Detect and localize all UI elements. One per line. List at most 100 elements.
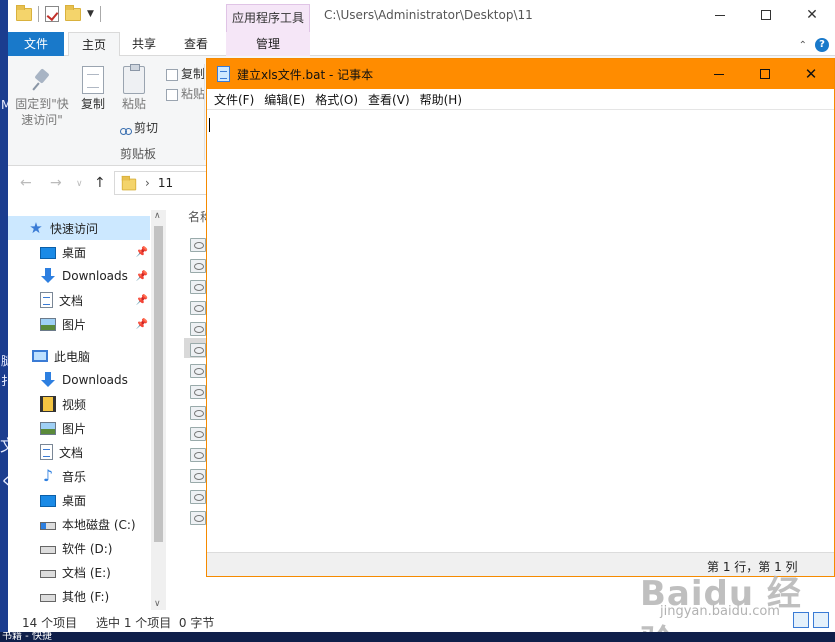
nav-item-drive-e[interactable]: 文档 (E:) [8,560,150,584]
computer-icon [32,350,48,362]
nav-item-pc-pictures[interactable]: 图片 [8,416,150,440]
navigation-pane: ★ 快速访问 桌面 📌 Downloads 📌 文档 📌 图片 📌 此电脑 Do… [8,210,166,610]
tab-share[interactable]: 共享 [120,32,168,56]
file-icon[interactable] [190,406,206,420]
tab-view[interactable]: 查看 [172,32,220,56]
menu-file[interactable]: 文件(F) [209,91,259,108]
nav-item-drive-f[interactable]: 其他 (F:) [8,584,150,608]
nav-pane-scrollbar[interactable]: ∧ ∨ [151,210,166,610]
menu-format[interactable]: 格式(O) [310,91,363,108]
explorer-window-controls: ✕ [697,0,835,30]
pin-icon[interactable]: 📌 [136,295,148,306]
file-icon[interactable] [190,301,206,315]
help-icon[interactable]: ? [815,38,829,52]
nav-item-documents[interactable]: 文档 📌 [8,288,150,312]
nav-item-label: 桌面 [62,245,87,260]
notepad-window-controls: ✕ [696,59,834,89]
file-icon[interactable] [190,490,206,504]
divider [38,6,39,22]
menu-edit[interactable]: 编辑(E) [259,91,310,108]
nav-item-desktop[interactable]: 桌面 📌 [8,240,150,264]
forward-arrow-icon[interactable]: → [50,175,62,191]
document-icon [40,292,53,308]
file-icon[interactable] [190,511,206,525]
pin-icon[interactable]: 📌 [136,271,148,282]
document-icon [40,444,53,460]
properties-icon[interactable] [45,6,59,22]
nav-item-drive-d[interactable]: 软件 (D:) [8,536,150,560]
file-icon[interactable] [190,385,206,399]
recent-locations-chevron-icon[interactable]: ∨ [76,179,83,189]
pin-icon[interactable]: 📌 [136,319,148,330]
up-arrow-icon[interactable]: ↑ [94,175,106,191]
file-icon[interactable] [190,280,206,294]
pin-to-quick-access-button[interactable]: 固定到"快 速访问" [14,68,70,128]
file-icon[interactable] [190,364,206,378]
file-icon[interactable] [190,427,206,441]
paste-shortcut-icon [166,88,178,101]
copy-button[interactable]: 复制 [76,66,110,112]
file-icon[interactable] [190,259,206,273]
desktop-icon [40,247,56,259]
tab-home[interactable]: 主页 [68,32,120,57]
breadcrumb-current[interactable]: 11 [158,176,173,190]
nav-item-label: 快速访问 [50,221,99,236]
close-button[interactable]: ✕ [789,0,835,30]
nav-item-drive-c[interactable]: 本地磁盘 (C:) [8,512,150,536]
taskbar[interactable]: 书籍 - 快捷 [0,632,835,642]
file-icon[interactable] [190,238,206,252]
nav-item-label: Downloads [62,373,128,387]
minimize-button[interactable] [696,59,742,89]
nav-item-pictures[interactable]: 图片 📌 [8,312,150,336]
nav-item-label: 文档 [59,293,84,308]
file-icon[interactable] [190,322,206,336]
music-note-icon: ♪ [42,466,54,485]
copy-icon [82,66,104,94]
nav-item-pc-desktop[interactable]: 桌面 [8,488,150,512]
maximize-button[interactable] [743,0,789,30]
minimize-button[interactable] [697,0,743,30]
nav-item-label: 图片 [62,317,87,332]
nav-item-downloads[interactable]: Downloads 📌 [8,264,150,288]
tab-manage[interactable]: 管理 [226,32,310,56]
file-icon[interactable] [190,469,206,483]
close-button[interactable]: ✕ [788,59,834,89]
nav-item-videos[interactable]: 视频 [8,392,150,416]
selection-info: 选中 1 个项目 0 字节 [96,616,215,630]
file-icon[interactable] [190,448,206,462]
file-icon[interactable] [190,343,206,357]
paste-button[interactable]: 粘贴 [116,64,152,112]
nav-item-quick-access[interactable]: ★ 快速访问 [8,216,150,240]
maximize-icon [761,10,771,20]
nav-item-label: 桌面 [62,493,87,508]
scrollbar-thumb[interactable] [154,226,163,542]
scroll-up-chevron-icon[interactable]: ∧ [154,211,161,221]
cut-button[interactable]: 剪切 [120,120,158,136]
customize-toolbar-chevron-icon[interactable]: ▼ [87,9,94,19]
copy-path-button[interactable]: 复制 [166,66,205,82]
clipboard-group-label: 剪贴板 [120,147,157,161]
paste-shortcut-button[interactable]: 粘贴 [166,86,205,102]
picture-icon [40,422,56,435]
nav-item-label: 文档 [59,445,84,460]
menu-view[interactable]: 查看(V) [363,91,415,108]
tab-file[interactable]: 文件 [8,32,64,56]
collapse-ribbon-icon[interactable]: ⌃ [799,40,807,51]
notepad-text-area[interactable] [207,109,834,553]
nav-item-this-pc[interactable]: 此电脑 [8,344,150,368]
pin-icon[interactable]: 📌 [136,247,148,258]
download-icon [40,268,56,284]
divider [99,6,101,22]
maximize-button[interactable] [742,59,788,89]
notepad-icon [217,66,230,82]
menu-help[interactable]: 帮助(H) [415,91,467,108]
nav-item-pc-documents[interactable]: 文档 [8,440,150,464]
nav-item-music[interactable]: ♪ 音乐 [8,464,150,488]
system-drive-icon [40,522,56,530]
nav-item-pc-downloads[interactable]: Downloads [8,368,150,392]
new-folder-icon[interactable] [65,4,81,21]
scroll-down-chevron-icon[interactable]: ∨ [154,599,161,609]
back-arrow-icon[interactable]: ← [20,175,32,191]
nav-item-label: 软件 (D:) [62,541,113,556]
breadcrumb-chevron-icon[interactable]: › [145,176,150,190]
